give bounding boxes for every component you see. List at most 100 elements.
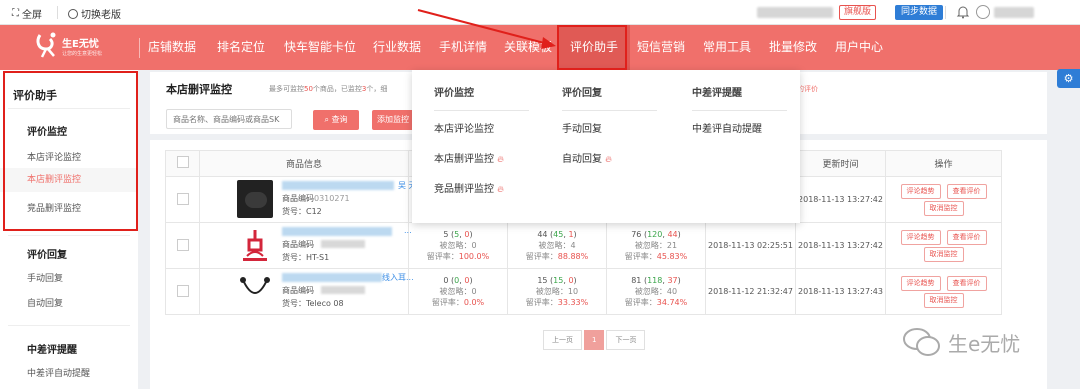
switch-old-button[interactable]: 切换老版	[68, 6, 121, 21]
col-header-actions: 操作	[885, 150, 1002, 177]
sidebar-item-bad-review-auto[interactable]: 中差评自动提醒	[27, 366, 90, 379]
product-name-blurred[interactable]	[282, 227, 392, 236]
dropdown-divider	[692, 110, 787, 111]
dropdown-item-auto-reply[interactable]: 自动回复 🔥︎	[562, 150, 612, 165]
nav-item-mobile-detail[interactable]: 手机详情	[439, 25, 487, 70]
product-name-blurred[interactable]	[282, 181, 394, 190]
updated-time: 2018-11-13 13:27:42	[795, 222, 886, 269]
store-name-blurred	[757, 7, 833, 18]
review-trend-button[interactable]: 评论趋势	[900, 229, 941, 245]
updated-time: 2018-11-13 13:27:42	[795, 176, 886, 223]
view-review-button[interactable]: 查看评价	[946, 275, 987, 291]
row-select-cell	[165, 222, 200, 269]
product-cell: 吴 无线... 商品编码0310271 货号：C12	[199, 176, 432, 223]
product-link[interactable]: ...	[404, 226, 412, 235]
switch-icon	[68, 8, 78, 19]
wechat-icon	[903, 328, 940, 356]
highlight-box-sidebar	[3, 71, 138, 231]
fullscreen-button[interactable]: ⛶ 全屏	[12, 6, 42, 21]
highlight-box-nav	[557, 25, 627, 70]
nav-item-industry[interactable]: 行业数据	[373, 25, 421, 70]
logo-slogan: 让您的生意更轻松	[62, 51, 103, 57]
product-sku: 货号：HT-S1	[282, 253, 330, 262]
select-all-checkbox[interactable]	[176, 156, 189, 168]
row-select-cell	[165, 176, 200, 223]
nav-item-related-template[interactable]: 关联模板	[504, 25, 552, 70]
nav-divider	[139, 38, 140, 58]
page-1-button[interactable]: 1	[584, 330, 605, 350]
next-page-button[interactable]: 下一页	[606, 330, 646, 350]
page-title: 本店删评监控	[166, 83, 232, 96]
gear-icon: ⚙	[1063, 72, 1074, 85]
row-checkbox[interactable]	[176, 238, 189, 251]
prev-page-button[interactable]: 上一页	[543, 330, 582, 350]
fullscreen-icon: ⛶	[12, 8, 19, 19]
sidebar-divider	[8, 325, 130, 326]
username-blurred[interactable]	[994, 7, 1034, 18]
cancel-monitor-button[interactable]: 取消监控	[923, 246, 964, 262]
updated-time: 2018-11-13 13:27:43	[795, 268, 886, 315]
product-code: 商品编码0310271	[282, 194, 350, 203]
nav-item-express-rank[interactable]: 快车智能卡位	[284, 25, 356, 70]
product-link[interactable]: 线入耳...	[382, 272, 414, 283]
product-sku: 货号：C12	[282, 207, 322, 216]
product-code-blurred	[321, 240, 365, 248]
row-checkbox[interactable]	[176, 284, 189, 297]
col-header-product: 商品信息	[199, 150, 409, 177]
avatar[interactable]	[976, 5, 990, 19]
product-cell: 线入耳... 商品编码 货号：Teleco 08	[199, 268, 414, 315]
sync-data-button[interactable]: 同步数据	[895, 5, 944, 20]
dropdown-item-store-delete-monitor[interactable]: 本店删评监控 🔥︎	[434, 150, 504, 165]
settings-tab[interactable]: ⚙	[1057, 69, 1080, 88]
product-thumbnail[interactable]	[237, 180, 273, 218]
dropdown-head-bad-review: 中差评提醒	[692, 88, 742, 99]
review-trend-button[interactable]: 评论趋势	[900, 183, 941, 199]
dropdown-item-manual-reply[interactable]: 手动回复	[562, 120, 602, 135]
nav-item-user-center[interactable]: 用户中心	[835, 25, 883, 70]
nav-item-store-data[interactable]: 店铺数据	[148, 25, 196, 70]
query-button[interactable]: ⌕ 查询	[313, 110, 359, 130]
dropdown-item-store-review-monitor[interactable]: 本店评论监控	[434, 120, 494, 135]
search-input[interactable]	[166, 109, 292, 129]
view-review-button[interactable]: 查看评价	[946, 183, 987, 199]
topbar-divider	[945, 6, 946, 19]
col-header-updated: 更新时间	[795, 150, 886, 177]
search-icon: ⌕	[324, 115, 332, 124]
review-assistant-dropdown: 评价监控 本店评论监控 本店删评监控 🔥︎ 竞品删评监控 🔥︎ 评价回复 手动回…	[412, 70, 800, 223]
bell-icon[interactable]	[956, 5, 970, 19]
add-monitor-button[interactable]: 添加监控	[372, 110, 416, 130]
stat-cell: 81 (118, 37) 被忽略：40 留评率：34.74%	[606, 268, 706, 315]
fire-icon: 🔥︎	[497, 155, 504, 165]
logo[interactable]: 生E无忧 让您的生意更轻松	[32, 29, 110, 63]
actions-cell: 评论趋势 查看评价 取消监控	[885, 268, 1002, 315]
fire-icon: 🔥︎	[497, 185, 504, 195]
dropdown-head-reply: 评价回复	[562, 88, 602, 99]
nav-item-batch-edit[interactable]: 批量修改	[769, 25, 817, 70]
dropdown-item-bad-review-auto[interactable]: 中差评自动提醒	[692, 120, 762, 135]
topbar-divider	[57, 6, 58, 19]
product-thumbnail[interactable]	[237, 226, 273, 264]
nav-item-sms[interactable]: 短信营销	[637, 25, 685, 70]
row-checkbox[interactable]	[176, 192, 189, 205]
sidebar-item-manual-reply[interactable]: 手动回复	[27, 271, 63, 284]
review-trend-button[interactable]: 评论趋势	[900, 275, 941, 291]
watermark: 生e无忧	[902, 326, 1020, 358]
logo-title: 生E无忧	[62, 39, 99, 50]
view-review-button[interactable]: 查看评价	[946, 229, 987, 245]
sidebar-item-auto-reply[interactable]: 自动回复	[27, 296, 63, 309]
sidebar-divider	[8, 235, 130, 236]
table-row: 线入耳... 商品编码 货号：Teleco 08 0 (0, 0) 被忽略：0 …	[165, 268, 1002, 315]
product-thumbnail[interactable]	[237, 272, 273, 310]
dropdown-item-competitor-delete-monitor[interactable]: 竞品删评监控 🔥︎	[434, 180, 504, 195]
actions-cell: 评论趋势 查看评价 取消监控	[885, 176, 1002, 223]
nav-item-tools[interactable]: 常用工具	[703, 25, 751, 70]
cancel-monitor-button[interactable]: 取消监控	[923, 292, 964, 308]
stat-cell: 5 (5, 0) 被忽略：0 留评率：100.0%	[408, 222, 508, 269]
flagship-badge: 旗舰版	[839, 5, 877, 20]
pagination: 上一页 1 下一页	[543, 330, 646, 350]
nav-item-rank[interactable]: 排名定位	[217, 25, 265, 70]
panel-description: 最多可监控50个商品，已监控3个，细	[269, 85, 388, 93]
fire-icon: 🔥︎	[605, 155, 612, 165]
cancel-monitor-button[interactable]: 取消监控	[923, 200, 964, 216]
product-name-blurred[interactable]	[282, 273, 382, 282]
